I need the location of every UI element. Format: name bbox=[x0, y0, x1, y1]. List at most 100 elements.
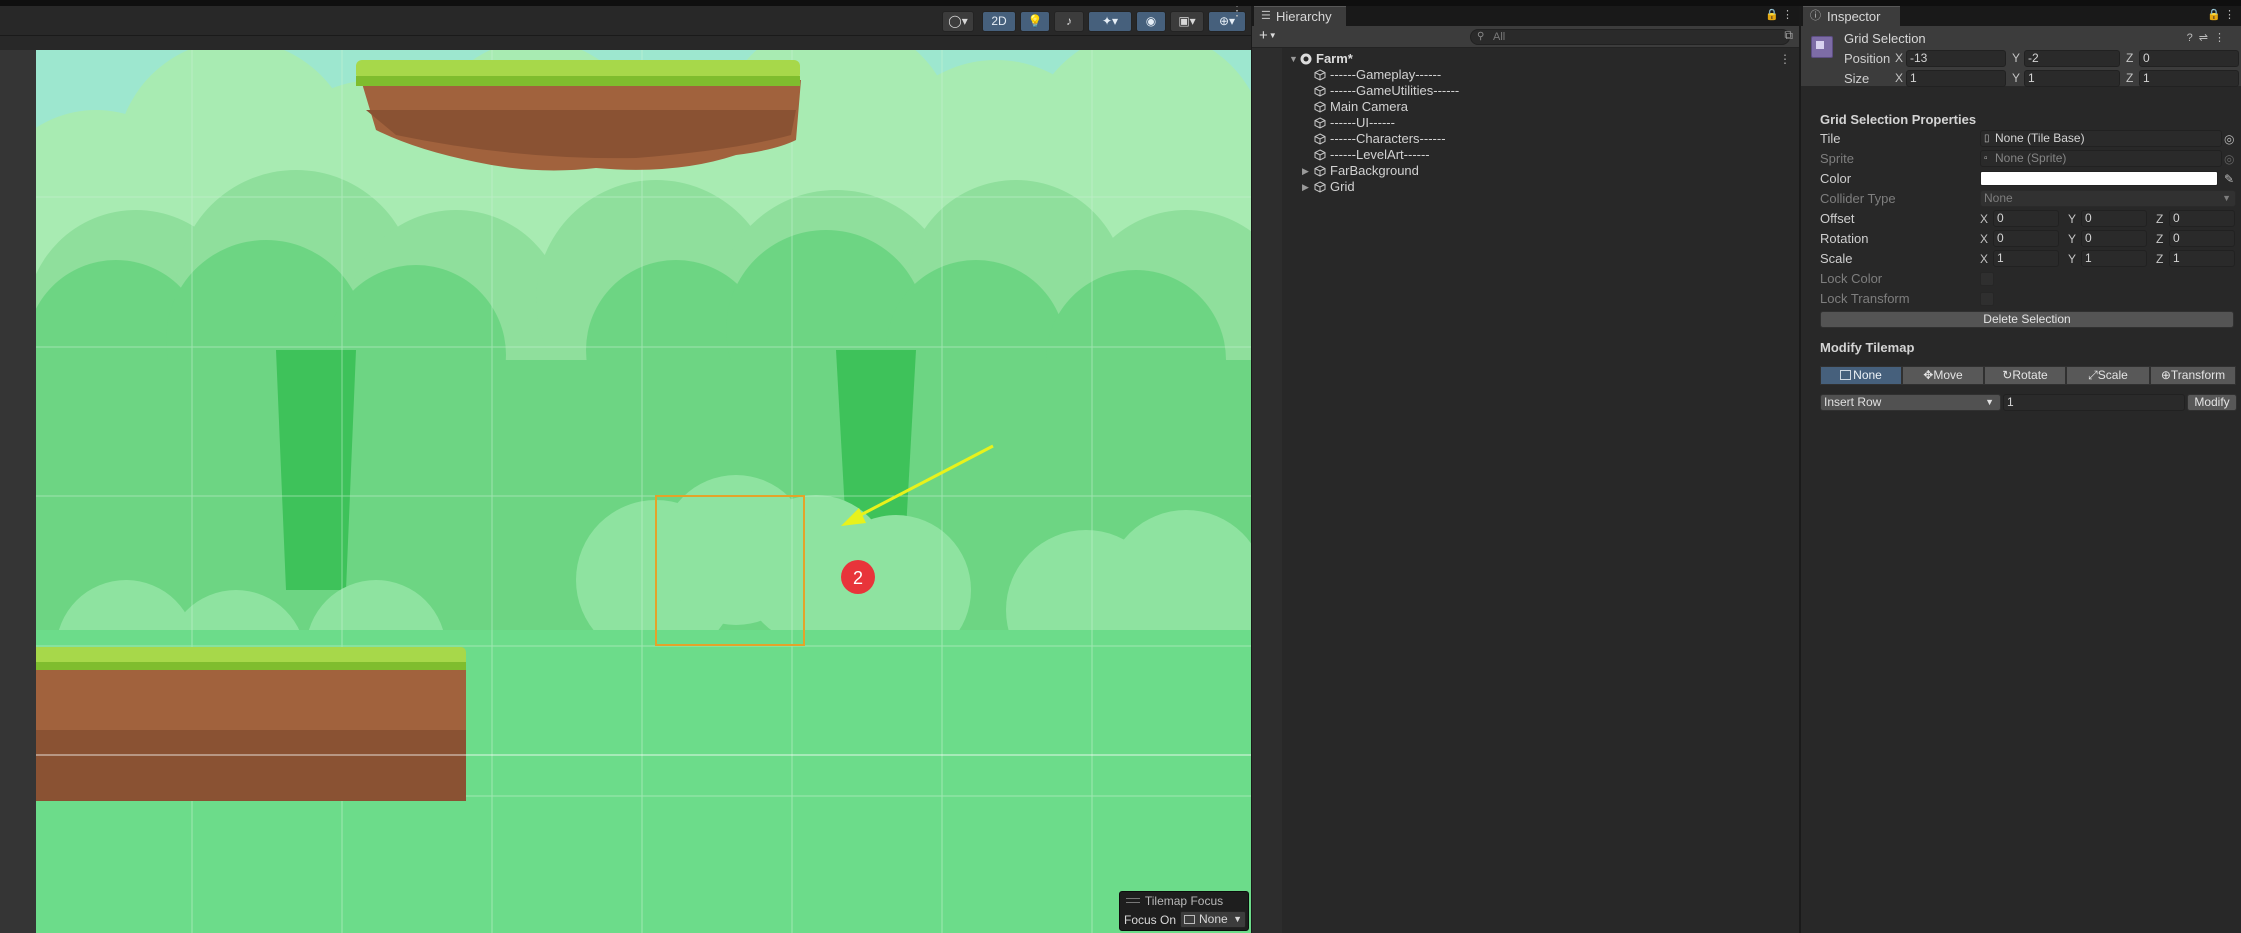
panel-menu-dots-icon[interactable]: ⋮ bbox=[2224, 8, 2235, 21]
position-y-field[interactable]: -2 bbox=[2024, 50, 2120, 67]
rotation-x-field[interactable]: 0 bbox=[1993, 230, 2059, 247]
row-mode-dropdown[interactable]: Insert Row ▼ bbox=[1820, 394, 2001, 411]
scene-menu-dots-icon[interactable]: ⋮ bbox=[1230, 6, 1244, 19]
tool-move-button[interactable]: ✥Move bbox=[1902, 366, 1984, 385]
tab-hierarchy[interactable]: ☰ Hierarchy bbox=[1254, 6, 1346, 26]
collider-type-dropdown: None ▼ bbox=[1980, 190, 2236, 207]
rotation-z-field[interactable]: 0 bbox=[2169, 230, 2235, 247]
lock-icon[interactable]: 🔒 bbox=[2207, 8, 2221, 21]
scene-menu-dots-icon[interactable]: ⋮ bbox=[1779, 51, 1791, 67]
draw-mode-button[interactable]: ◯▾ bbox=[942, 11, 974, 32]
eyedropper-icon[interactable]: ✎ bbox=[2224, 170, 2234, 188]
sprite-value: None (Sprite) bbox=[1995, 151, 2067, 165]
chevron-down-icon: ▼ bbox=[1985, 397, 1994, 407]
hierarchy-item[interactable]: ------Characters------ bbox=[1252, 131, 1799, 147]
object-picker-icon[interactable]: ◎ bbox=[2224, 130, 2234, 148]
none-tool-icon bbox=[1840, 370, 1852, 380]
tool-rotate-button[interactable]: ↻Rotate bbox=[1984, 366, 2066, 385]
hierarchy-panel: ☰ Hierarchy 🔒 ⋮ +▼ ⚲ All ⧉ ▼ Farm* ⋮ ---… bbox=[1251, 6, 1799, 933]
position-x-field[interactable]: -13 bbox=[1906, 50, 2006, 67]
audio-icon: ♪ bbox=[1066, 14, 1072, 28]
size-x-field[interactable]: 1 bbox=[1906, 70, 2006, 87]
search-icon: ⚲ bbox=[1477, 31, 1485, 42]
hierarchy-item[interactable]: ------GameUtilities------ bbox=[1252, 83, 1799, 99]
caret-down-icon: ▼ bbox=[1268, 31, 1277, 40]
tool-scale-button[interactable]: ⤢Scale bbox=[2066, 366, 2150, 385]
size-z-field[interactable]: 1 bbox=[2139, 70, 2239, 87]
offset-x-field[interactable]: 0 bbox=[1993, 210, 2059, 227]
preset-icon[interactable]: ⇌ bbox=[2199, 32, 2214, 44]
overlay-title: Tilemap Focus bbox=[1144, 894, 1224, 908]
color-label: Color bbox=[1820, 171, 1852, 186]
settings-dots-icon[interactable]: ⋮ bbox=[2214, 32, 2231, 44]
tool-none-button[interactable]: None bbox=[1820, 366, 1902, 385]
delete-selection-button[interactable]: Delete Selection bbox=[1820, 311, 2234, 328]
plus-icon: + bbox=[1259, 27, 1268, 44]
lighting-toggle-button[interactable]: 💡 bbox=[1020, 11, 1050, 32]
size-y-field[interactable]: 1 bbox=[2024, 70, 2120, 87]
camera-settings-button[interactable]: ▣▾ bbox=[1170, 11, 1204, 32]
tab-inspector[interactable]: ⓘ Inspector bbox=[1803, 6, 1901, 26]
effects-toggle-button[interactable]: ✦▾ bbox=[1088, 11, 1132, 32]
sprite-icon: ▫ bbox=[1984, 153, 1988, 164]
hierarchy-item[interactable]: Main Camera bbox=[1252, 99, 1799, 115]
offset-z-field[interactable]: 0 bbox=[2169, 210, 2235, 227]
expand-arrow-icon[interactable]: ▼ bbox=[1289, 51, 1298, 67]
offset-y-field[interactable]: 0 bbox=[2081, 210, 2147, 227]
gameobject-cube-icon bbox=[1314, 149, 1326, 161]
hierarchy-item[interactable]: ▶ FarBackground bbox=[1252, 163, 1799, 179]
chevron-down-icon: ▼ bbox=[2222, 193, 2231, 203]
chevron-down-icon: ▼ bbox=[1233, 914, 1242, 924]
tilemap-focus-overlay: Tilemap Focus Focus On None ▼ bbox=[1119, 891, 1249, 931]
axis-z-label: Z bbox=[2126, 71, 2134, 85]
mode-2d-button[interactable]: 2D bbox=[982, 11, 1016, 32]
lightbulb-icon: 💡 bbox=[1027, 14, 1043, 28]
audio-toggle-button[interactable]: ♪ bbox=[1054, 11, 1084, 32]
scale-y-field[interactable]: 1 bbox=[2081, 250, 2147, 267]
rotation-y-field[interactable]: 0 bbox=[2081, 230, 2147, 247]
hierarchy-item[interactable]: ------LevelArt------ bbox=[1252, 147, 1799, 163]
transform-icon: ⊕ bbox=[2160, 368, 2171, 382]
lock-color-label: Lock Color bbox=[1820, 271, 1883, 286]
scale-z-field[interactable]: 1 bbox=[2169, 250, 2235, 267]
hierarchy-item-label: ------GameUtilities------ bbox=[1330, 83, 1460, 98]
scene-visibility-button[interactable]: ◉ bbox=[1136, 11, 1166, 32]
position-z-field[interactable]: 0 bbox=[2139, 50, 2239, 67]
axis-z-label: Z bbox=[2156, 212, 2164, 226]
tile-object-field[interactable]: ▯ None (Tile Base) bbox=[1980, 130, 2222, 147]
row-count-field[interactable]: 1 bbox=[2003, 394, 2185, 411]
unity-scene-icon bbox=[1300, 53, 1312, 65]
hierarchy-item[interactable]: ▶ Grid bbox=[1252, 179, 1799, 195]
focus-on-value: None bbox=[1199, 912, 1228, 926]
focus-on-dropdown[interactable]: None ▼ bbox=[1180, 911, 1246, 928]
add-object-button[interactable]: +▼ bbox=[1259, 27, 1277, 44]
inspector-tabbar: ⓘ Inspector 🔒 ⋮ bbox=[1801, 6, 2241, 26]
axis-z-label: Z bbox=[2126, 51, 2134, 65]
search-options-icon[interactable]: ⧉ bbox=[1784, 28, 1793, 43]
sprite-label: Sprite bbox=[1820, 151, 1854, 166]
modify-tilemap-title: Modify Tilemap bbox=[1820, 340, 1915, 355]
color-property: Color ✎ bbox=[1820, 170, 2240, 188]
move-icon: ✥ bbox=[1923, 368, 1934, 382]
expand-arrow-icon[interactable]: ▶ bbox=[1302, 163, 1309, 179]
scene-canvas[interactable]: 2 Tilemap Focus Focus On None ▼ bbox=[36, 50, 1251, 933]
tool-transform-button[interactable]: ⊕Transform bbox=[2150, 366, 2236, 385]
scene-root-row[interactable]: ▼ Farm* ⋮ bbox=[1252, 51, 1799, 67]
color-swatch-field[interactable] bbox=[1980, 171, 2218, 186]
hierarchy-search-input[interactable]: ⚲ All bbox=[1470, 29, 1790, 45]
collider-type-property: Collider Type None ▼ bbox=[1820, 190, 2240, 208]
hierarchy-item[interactable]: ------Gameplay------ bbox=[1252, 67, 1799, 83]
size-row: Size X 1 Y 1 Z 1 bbox=[1844, 70, 2239, 87]
modify-button[interactable]: Modify bbox=[2187, 394, 2237, 411]
tile-value: None (Tile Base) bbox=[1995, 131, 2085, 145]
lock-icon[interactable]: 🔒 bbox=[1765, 8, 1779, 21]
expand-arrow-icon[interactable]: ▶ bbox=[1302, 179, 1309, 195]
help-icon[interactable]: ? bbox=[2187, 32, 2199, 44]
eye-slash-icon: ◉ bbox=[1145, 14, 1157, 28]
scene-left-gutter bbox=[0, 50, 36, 933]
grid-selection-icon bbox=[1811, 36, 1833, 58]
position-label: Position bbox=[1844, 51, 1891, 66]
scale-x-field[interactable]: 1 bbox=[1993, 250, 2059, 267]
panel-menu-dots-icon[interactable]: ⋮ bbox=[1782, 8, 1793, 21]
hierarchy-item[interactable]: ------UI------ bbox=[1252, 115, 1799, 131]
